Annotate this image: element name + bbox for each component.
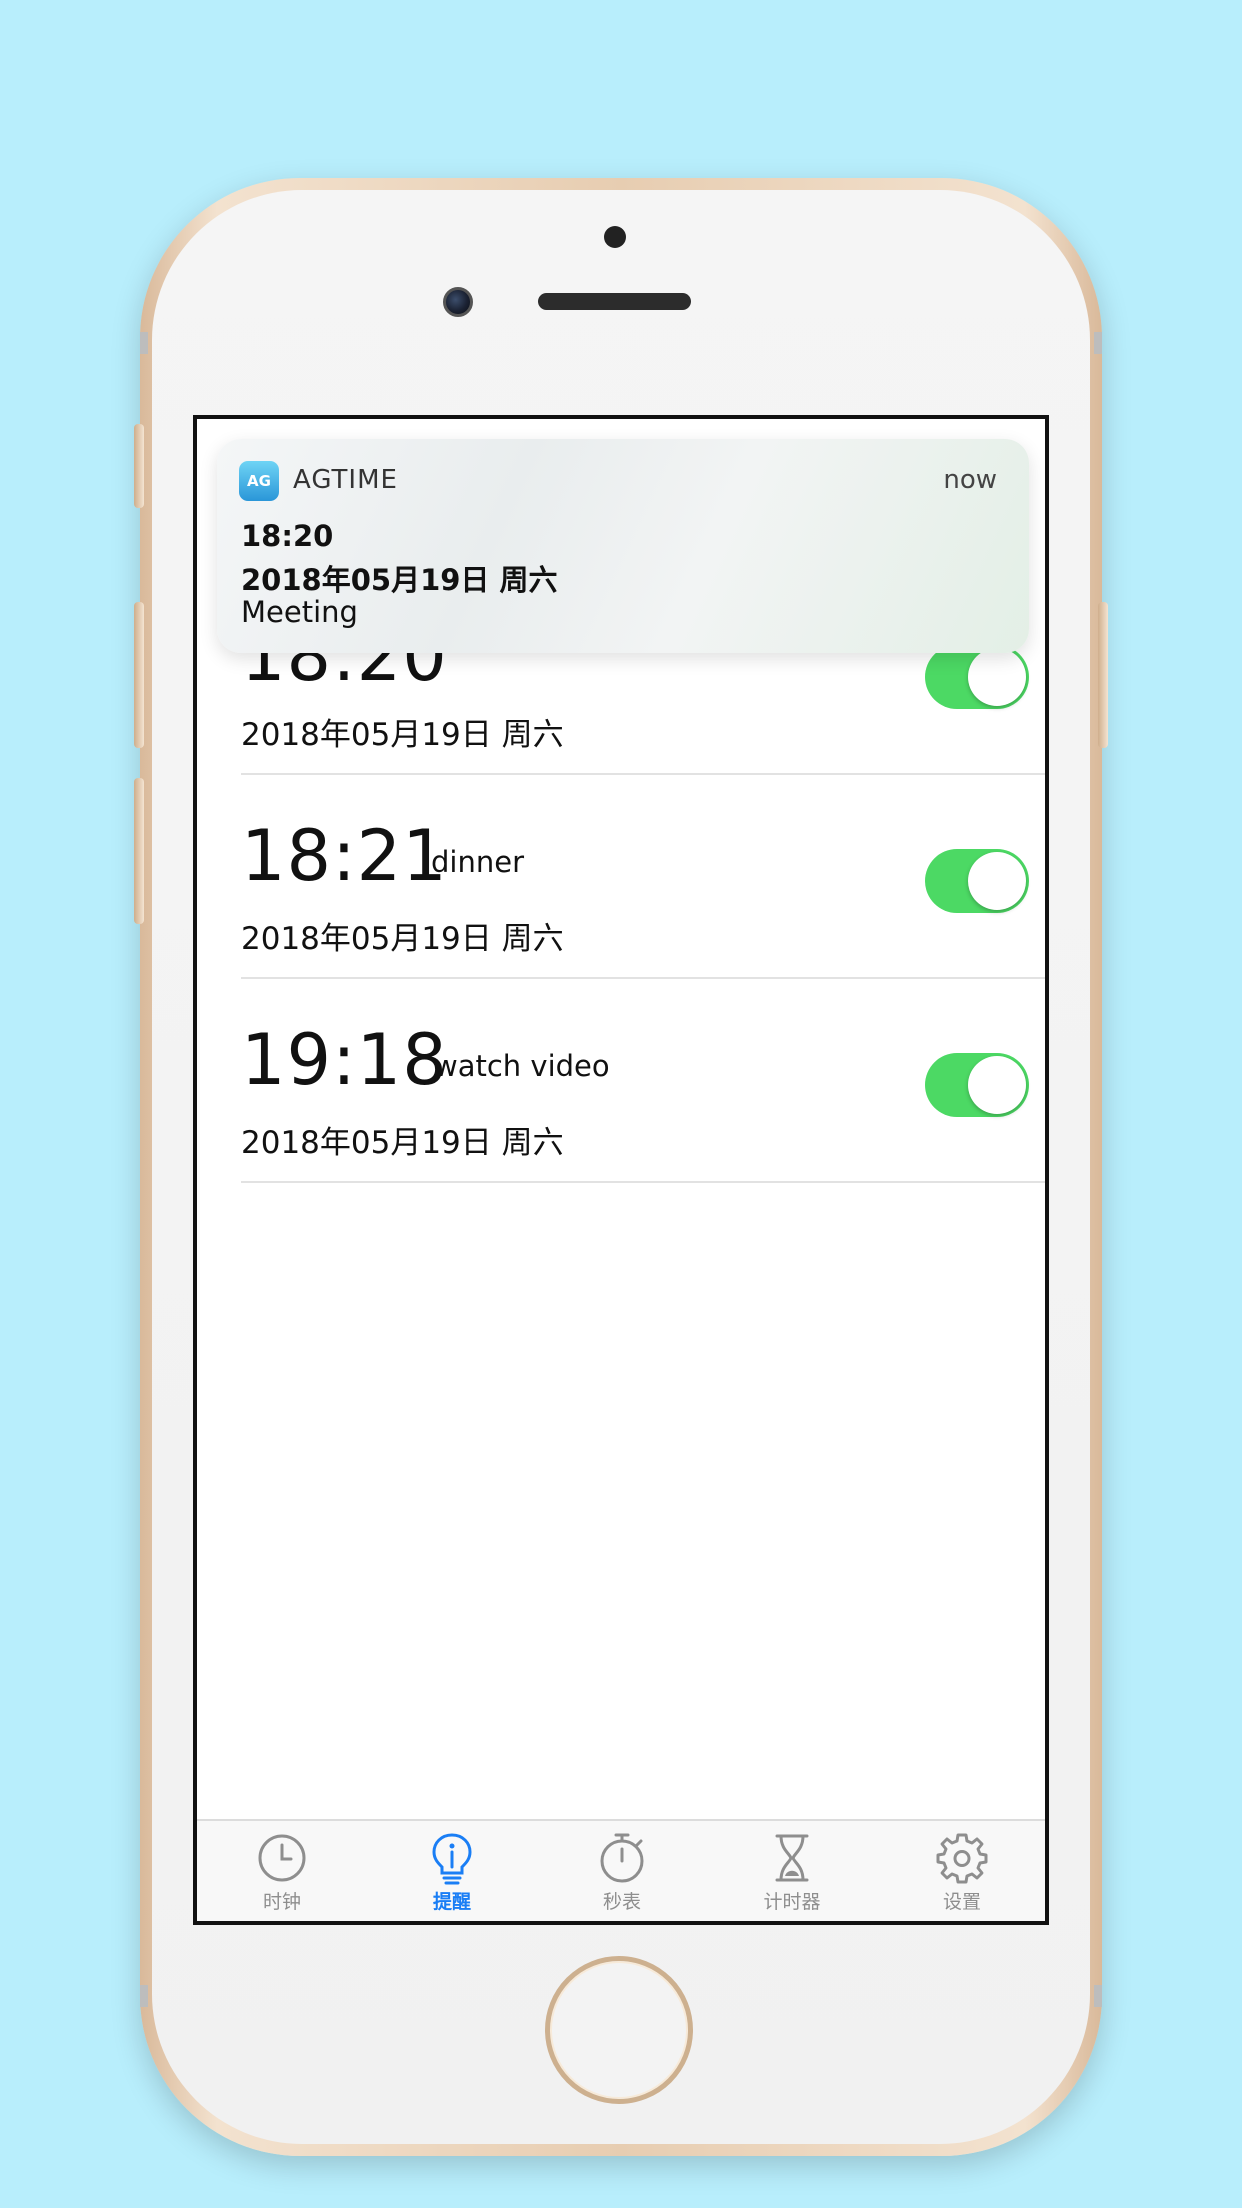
alarm-row[interactable]: 19:18 watch video 2018年05月19日 周六	[241, 979, 1045, 1183]
notification-title: 18:20	[241, 519, 334, 553]
tab-bar: 时钟 提醒 秒表 计时器 设置	[197, 1819, 1045, 1921]
tab-timer[interactable]: 计时器	[707, 1831, 877, 1914]
alarm-toggle[interactable]	[925, 645, 1029, 709]
clock-icon	[258, 1834, 306, 1882]
stopwatch-icon	[600, 1833, 644, 1883]
proximity-sensor	[604, 226, 626, 248]
tab-label: 设置	[942, 1891, 981, 1913]
phone-screen: 18:20 2018年05月19日 周六 18:21 dinner 2018年0…	[193, 415, 1049, 1925]
antenna-line	[1094, 332, 1102, 354]
toggle-knob	[968, 1056, 1026, 1114]
tab-label: 计时器	[763, 1891, 821, 1913]
volume-down-button	[134, 778, 144, 924]
alarm-toggle[interactable]	[925, 849, 1029, 913]
tab-reminder[interactable]: 提醒	[367, 1831, 537, 1914]
earpiece-speaker	[538, 293, 691, 310]
antenna-line	[140, 332, 148, 354]
power-button	[1098, 602, 1108, 748]
alarm-label: watch video	[434, 1049, 610, 1083]
alarm-row[interactable]: 18:21 dinner 2018年05月19日 周六	[241, 775, 1045, 979]
notification-body: Meeting	[241, 595, 358, 629]
alarm-time: 19:18	[241, 1019, 448, 1101]
alarm-toggle[interactable]	[925, 1053, 1029, 1117]
notification-app-name: AGTIME	[293, 465, 398, 495]
alarm-label: dinner	[431, 845, 524, 879]
tab-label: 秒表	[602, 1891, 641, 1913]
tab-clock[interactable]: 时钟	[197, 1831, 367, 1914]
antenna-line	[1094, 1985, 1102, 2007]
front-camera	[443, 287, 473, 317]
alarm-date: 2018年05月19日 周六	[241, 717, 564, 753]
lightbulb-icon	[432, 1833, 472, 1885]
notification-subtitle: 2018年05月19日 周六	[241, 563, 558, 597]
toggle-knob	[968, 852, 1026, 910]
alarm-time: 18:21	[241, 815, 448, 897]
tab-label: 提醒	[432, 1891, 471, 1913]
volume-up-button	[134, 602, 144, 748]
notification-time: now	[943, 465, 997, 495]
toggle-knob	[968, 648, 1026, 706]
push-notification[interactable]: AG AGTIME now 18:20 2018年05月19日 周六 Meeti…	[217, 439, 1029, 653]
tab-stopwatch[interactable]: 秒表	[537, 1831, 707, 1914]
alarm-date: 2018年05月19日 周六	[241, 1125, 564, 1161]
antenna-line	[140, 1985, 148, 2007]
tab-label: 时钟	[262, 1891, 301, 1913]
app-icon: AG	[239, 461, 279, 501]
alarm-date: 2018年05月19日 周六	[241, 921, 564, 957]
hourglass-icon	[775, 1834, 809, 1882]
mute-switch	[134, 424, 144, 508]
gear-icon	[936, 1833, 988, 1884]
home-button[interactable]	[545, 1956, 693, 2104]
tab-settings[interactable]: 设置	[877, 1831, 1045, 1914]
